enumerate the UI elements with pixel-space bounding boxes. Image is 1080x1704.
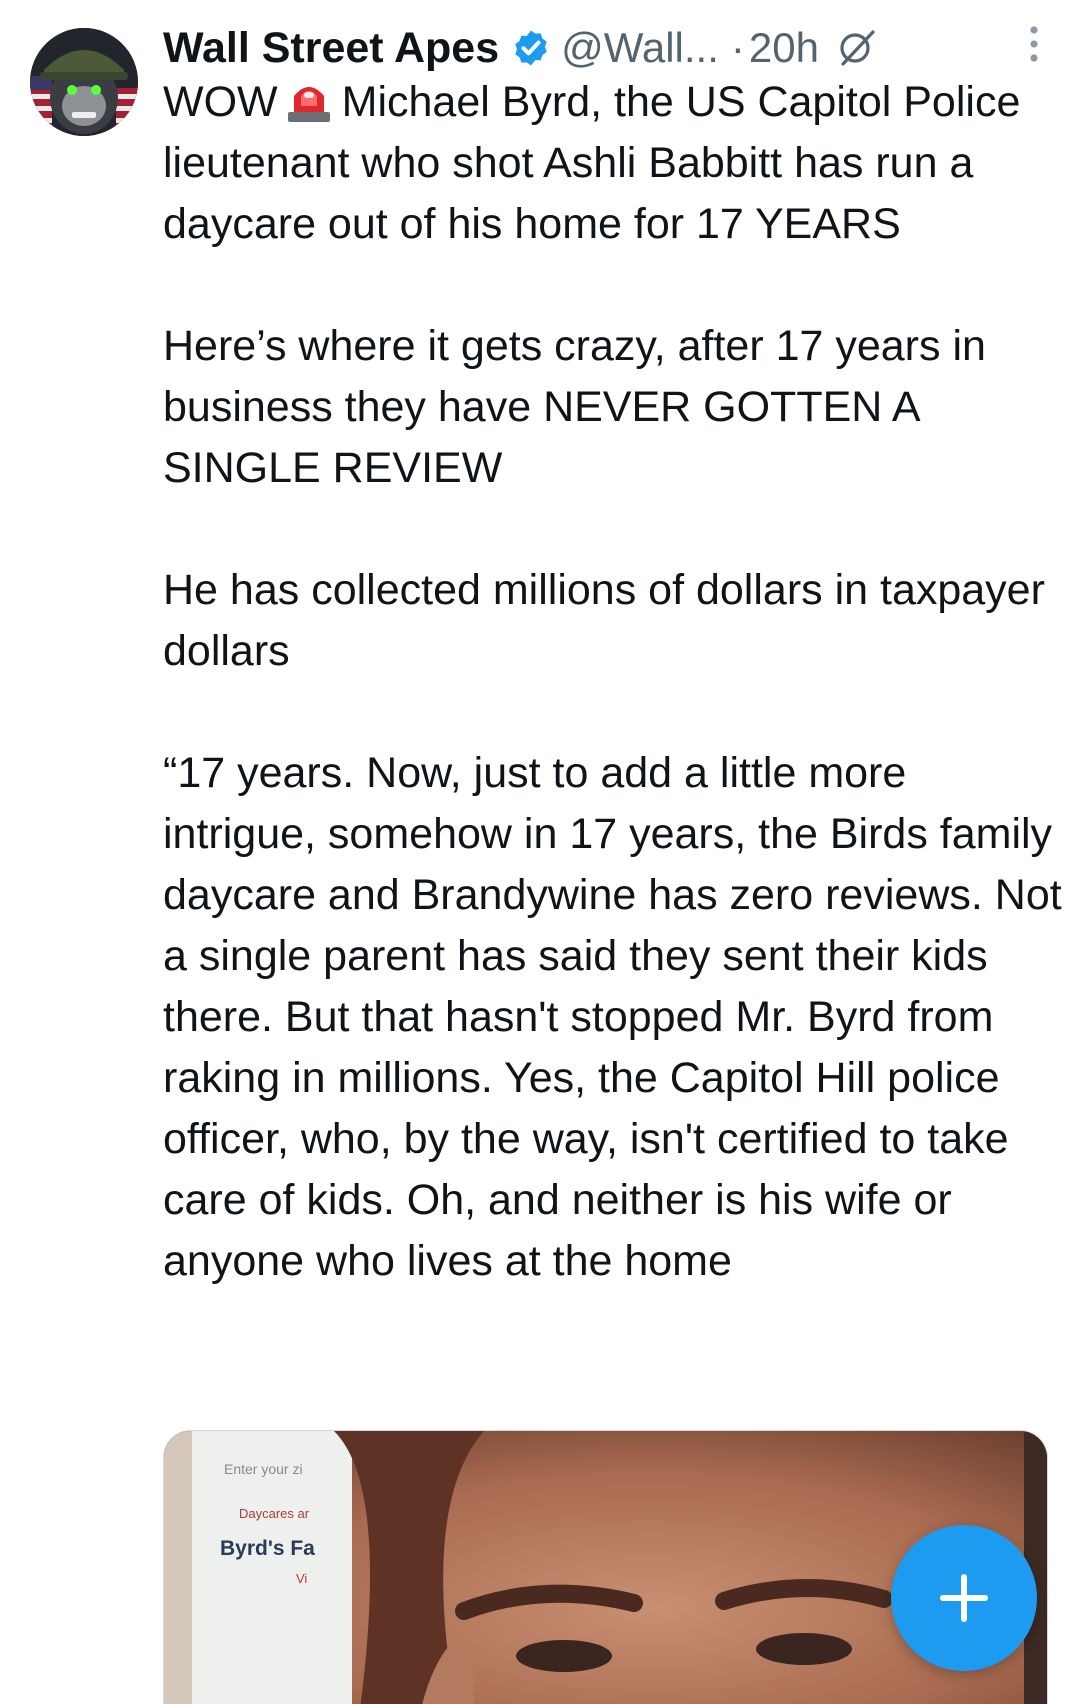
author-handle[interactable]: @Wall... — [561, 24, 719, 72]
plus-icon — [940, 1574, 988, 1622]
tweet-paragraph-3: He has collected millions of dollars in … — [163, 566, 1045, 675]
separator-dot: · — [730, 24, 745, 71]
police-siren-emoji — [287, 87, 330, 122]
author-avatar[interactable] — [30, 28, 138, 136]
gorilla-soldier-avatar — [30, 28, 138, 136]
tweet-text: WOW Michael Byrd, the US Capitol Police … — [163, 72, 1063, 1292]
tweet-paragraph-2: Here’s where it gets crazy, after 17 yea… — [163, 322, 986, 492]
tweet[interactable]: Wall Street Apes @Wall... · 20h WOW Mich… — [0, 0, 1080, 1704]
more-vertical-icon[interactable] — [1026, 22, 1042, 66]
circle-slash-icon — [840, 30, 875, 66]
author-display-name[interactable]: Wall Street Apes — [163, 24, 499, 73]
compose-fab-button[interactable] — [891, 1525, 1037, 1671]
media-overlay-text-2: Daycares ar — [239, 1506, 310, 1521]
media-overlay-text-3: Byrd's Fa — [220, 1537, 315, 1560]
tweet-paragraph-4: “17 years. Now, just to add a little mor… — [163, 749, 1062, 1285]
tweet-paragraph-1: WOW Michael Byrd, the US Capitol Police … — [163, 72, 1063, 255]
tweet-timestamp[interactable]: 20h — [749, 24, 819, 72]
media-overlay-text-4: Vi — [296, 1571, 308, 1586]
tweet-lead: WOW — [163, 78, 278, 126]
verified-badge-icon[interactable] — [511, 28, 551, 68]
media-overlay-text-1: Enter your zi — [224, 1461, 303, 1477]
